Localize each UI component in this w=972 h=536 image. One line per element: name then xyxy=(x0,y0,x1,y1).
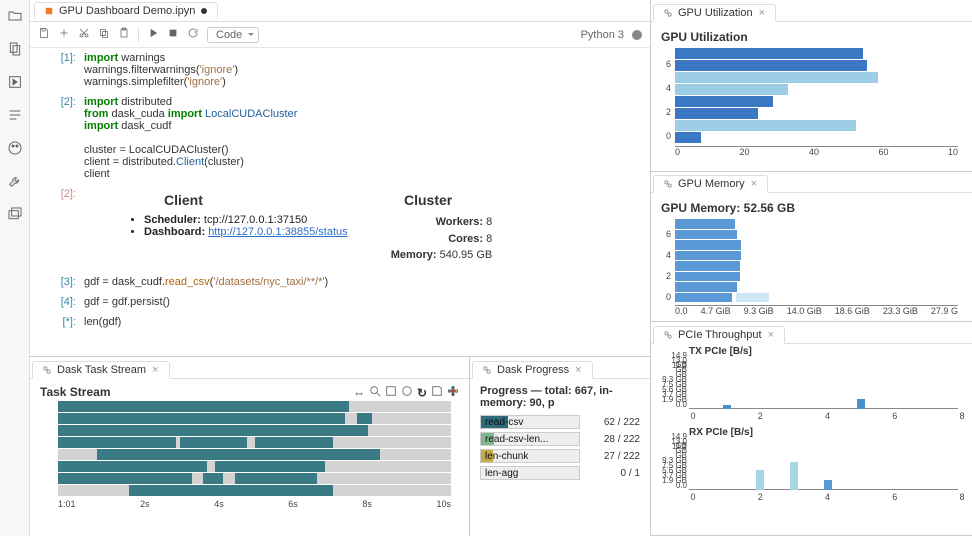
task-stream-panel: Dask Task Stream× Task Stream ⇔ ↻ 1:012s… xyxy=(30,357,470,536)
code-cell[interactable]: len(gdf) xyxy=(84,316,642,328)
progress-header: Progress — total: 667, in-memory: 90, p xyxy=(480,385,640,409)
gpu-util-panel: GPU Utilization× GPU Utilization 0246020… xyxy=(651,0,972,172)
cell-prompt: [1]: xyxy=(38,52,84,88)
restart-button[interactable] xyxy=(187,27,199,42)
code-cell[interactable]: import distributedfrom dask_cuda import … xyxy=(84,96,642,180)
gpu-mem-tab[interactable]: GPU Memory× xyxy=(653,175,768,193)
zoom-icon[interactable] xyxy=(369,385,381,400)
chart-title: Task Stream xyxy=(40,385,110,399)
progress-panel: Dask Progress× Progress — total: 667, in… xyxy=(470,357,650,536)
close-icon[interactable]: × xyxy=(152,364,158,376)
folder-icon[interactable] xyxy=(7,8,23,27)
bottom-panels: Dask Task Stream× Task Stream ⇔ ↻ 1:012s… xyxy=(30,356,650,536)
activity-bar xyxy=(0,0,30,536)
tabs-icon[interactable] xyxy=(7,206,23,225)
paste-button[interactable] xyxy=(118,27,130,42)
close-icon[interactable]: × xyxy=(759,7,765,19)
bokeh-logo-icon[interactable] xyxy=(447,385,459,400)
toc-icon[interactable] xyxy=(7,107,23,126)
link-icon xyxy=(43,366,51,374)
link-icon xyxy=(483,366,491,374)
bokeh-tools: ⇔ ↻ xyxy=(353,385,459,400)
client-output: Client Scheduler: tcp://127.0.0.1:37150 … xyxy=(84,188,642,268)
notebook-toolbar: Code Python 3 xyxy=(30,22,650,48)
cell-prompt: [2]: xyxy=(38,96,84,180)
progress-row: read-csv-len...28 / 222 xyxy=(480,432,640,446)
cell-type-select[interactable]: Code xyxy=(207,27,259,43)
pcie-tx-chart[interactable]: 0.01.9 GB3.7 GB5.6 GB7.5 GB9.3 GB11.2 GB… xyxy=(661,359,962,421)
main-area: GPU Dashboard Demo.ipyn Code Python 3 [1… xyxy=(30,0,650,536)
notebook-icon xyxy=(45,7,53,15)
files-icon[interactable] xyxy=(7,41,23,60)
wheel-zoom-icon[interactable] xyxy=(401,385,413,400)
kernel-name[interactable]: Python 3 xyxy=(581,29,624,41)
pcie-rx-chart[interactable]: 0.01.9 GB3.7 GB5.6 GB7.5 GB9.3 GB11.2 GB… xyxy=(661,440,962,502)
right-column: GPU Utilization× GPU Utilization 0246020… xyxy=(650,0,972,536)
cluster-heading: Cluster xyxy=(404,192,452,208)
notebook-body[interactable]: [1]:import warningswarnings.filterwarnin… xyxy=(30,48,650,356)
gpu-mem-panel: GPU Memory× GPU Memory: 52.56 GB 02460.0… xyxy=(651,172,972,322)
progress-rows: read-csv62 / 222 read-csv-len...28 / 222 l… xyxy=(480,415,640,480)
code-cell[interactable]: gdf = gdf.persist() xyxy=(84,296,642,308)
pan-icon[interactable]: ⇔ xyxy=(353,386,365,400)
close-icon[interactable]: × xyxy=(575,364,581,376)
save-button[interactable] xyxy=(38,27,50,42)
notebook-filename: GPU Dashboard Demo.ipyn xyxy=(59,5,195,17)
progress-row: read-csv62 / 222 xyxy=(480,415,640,429)
chart-title: RX PCIe [B/s] xyxy=(689,427,962,438)
close-icon[interactable]: × xyxy=(768,329,774,341)
gpu-mem-chart[interactable]: 02460.04.7 GiB9.3 GiB14.0 GiB18.6 GiB23.… xyxy=(661,219,962,317)
copy-button[interactable] xyxy=(98,27,110,42)
palette-icon[interactable] xyxy=(7,140,23,159)
wrench-icon[interactable] xyxy=(7,173,23,192)
pcie-tab[interactable]: PCIe Throughput× xyxy=(653,326,785,344)
dashboard-link[interactable]: http://127.0.0.1:38855/status xyxy=(208,226,347,238)
chart-title: GPU Memory: 52.56 GB xyxy=(661,201,962,215)
box-zoom-icon[interactable] xyxy=(385,385,397,400)
notebook-tab[interactable]: GPU Dashboard Demo.ipyn xyxy=(34,2,218,19)
cell-prompt: [4]: xyxy=(38,296,84,308)
chart-title: TX PCIe [B/s] xyxy=(689,346,962,357)
close-icon[interactable]: × xyxy=(751,178,757,190)
kernel-status-icon[interactable] xyxy=(632,30,642,40)
client-heading: Client xyxy=(164,192,203,208)
code-cell[interactable]: gdf = dask_cudf.read_csv('/datasets/nyc_… xyxy=(84,276,642,288)
gpu-util-tab[interactable]: GPU Utilization× xyxy=(653,4,776,22)
link-icon xyxy=(664,331,672,339)
code-cell[interactable]: import warningswarnings.filterwarnings('… xyxy=(84,52,642,88)
progress-row: len-agg0 / 1 xyxy=(480,466,640,480)
chart-title: GPU Utilization xyxy=(661,30,962,44)
cut-button[interactable] xyxy=(78,27,90,42)
link-icon xyxy=(664,9,672,17)
reset-icon[interactable]: ↻ xyxy=(417,386,427,400)
progress-tab[interactable]: Dask Progress× xyxy=(472,361,593,379)
save-icon[interactable] xyxy=(431,385,443,400)
run-button[interactable] xyxy=(147,27,159,42)
task-stream-tab[interactable]: Dask Task Stream× xyxy=(32,361,170,379)
gpu-util-chart[interactable]: 0246020406010 xyxy=(661,48,962,158)
stop-button[interactable] xyxy=(167,27,179,42)
cell-prompt: [*]: xyxy=(38,316,84,328)
pcie-panel: PCIe Throughput× TX PCIe [B/s] 0.01.9 GB… xyxy=(651,322,972,536)
link-icon xyxy=(664,180,672,188)
cell-prompt: [3]: xyxy=(38,276,84,288)
task-stream-chart[interactable]: 1:012s4s6s8s10s xyxy=(40,401,459,513)
notebook-tabbar: GPU Dashboard Demo.ipyn xyxy=(30,0,650,22)
dirty-indicator-icon xyxy=(201,8,207,14)
output-prompt: [2]: xyxy=(38,188,84,268)
progress-row: len-chunk27 / 222 xyxy=(480,449,640,463)
add-cell-button[interactable] xyxy=(58,27,70,42)
running-icon[interactable] xyxy=(7,74,23,93)
